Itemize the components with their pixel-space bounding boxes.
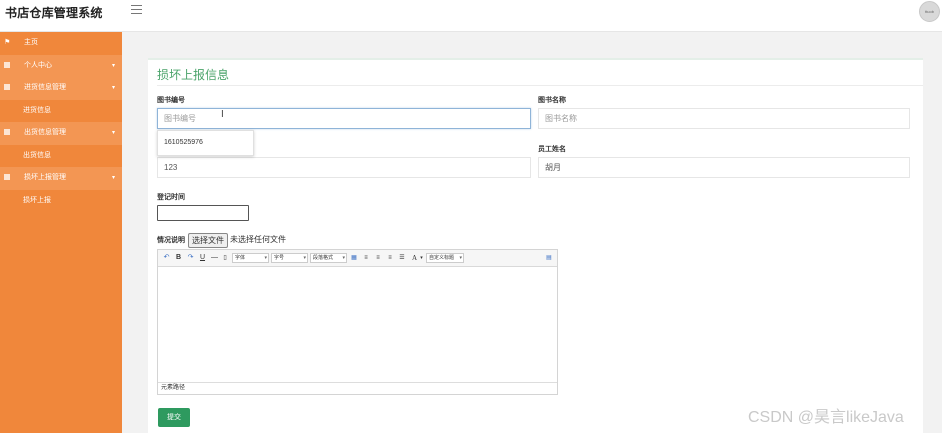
page-title: 损坏上报信息 xyxy=(157,68,230,82)
underline-button[interactable]: U xyxy=(198,253,207,263)
chevron-down-icon: ▾ xyxy=(111,85,115,91)
chevron-down-icon: ▾ xyxy=(111,62,115,69)
book-name-input[interactable]: 图书名称 xyxy=(538,108,910,129)
font-size-select[interactable]: 字号 xyxy=(271,253,308,263)
watermark: CSDN @昊言likeJava xyxy=(748,409,904,426)
description-label: 情况说明 xyxy=(157,237,185,244)
employee-name-input[interactable]: 胡月 xyxy=(538,157,910,178)
book-no-input[interactable]: 图书编号 xyxy=(157,108,531,129)
sidebar-item-label: 出货信息管理 xyxy=(24,129,66,136)
sidebar-item-label: 个人中心 xyxy=(24,61,52,69)
undo-icon[interactable]: ↶ xyxy=(162,253,171,263)
grid-icon xyxy=(4,167,10,190)
text-cursor-icon: I xyxy=(221,109,224,120)
font-color-button[interactable]: A xyxy=(410,253,419,263)
sidebar-item-profile[interactable]: 个人中心 ▾ xyxy=(0,54,122,78)
horizontal-rule-icon[interactable]: — xyxy=(210,253,219,263)
register-time-input[interactable] xyxy=(157,205,249,221)
chevron-down-icon: ▾ xyxy=(111,175,115,181)
grid-icon xyxy=(4,55,10,78)
fullscreen-icon[interactable]: ▤ xyxy=(545,253,553,263)
book-name-label: 图书名称 xyxy=(538,97,566,104)
redo-icon[interactable]: ↷ xyxy=(186,253,195,263)
font-family-select[interactable]: 字体 xyxy=(232,253,269,263)
paragraph-select[interactable]: 段落格式 xyxy=(310,253,347,263)
file-status: 未选择任何文件 xyxy=(230,235,286,244)
editor-toolbar: ↶ B ↷ U — ▯ 字体 字号 段落格式 ▦ ≡ ≡ ≡ ☰ A ▾ 自定义… xyxy=(158,250,557,267)
align-right-icon[interactable]: ≡ xyxy=(386,253,394,263)
chevron-down-icon[interactable]: ▾ xyxy=(419,253,424,263)
sidebar-item-purchase-info[interactable]: 进货信息 xyxy=(0,100,122,123)
sidebar-item-label: 损坏上报管理 xyxy=(24,174,66,181)
flag-icon: ⚑ xyxy=(4,39,11,46)
hamburger-icon[interactable] xyxy=(131,5,142,15)
grid-icon xyxy=(4,77,10,100)
align-left-icon[interactable]: ≡ xyxy=(362,253,370,263)
bold-button[interactable]: B xyxy=(174,253,183,263)
sidebar-item-damage-report[interactable]: 损坏上报 xyxy=(0,190,122,213)
sidebar-item-purchase-mgmt[interactable]: 进货信息管理 ▾ xyxy=(0,77,122,100)
grid-icon xyxy=(4,122,10,145)
employee-name-label: 员工姓名 xyxy=(538,146,566,153)
app-title: 书店仓库管理系统 xyxy=(5,6,103,20)
top-bar: 书店仓库管理系统 ttuob xyxy=(0,0,942,32)
avatar[interactable]: ttuob xyxy=(919,1,940,22)
divider xyxy=(157,85,923,86)
sidebar-item-damage-mgmt[interactable]: 损坏上报管理 ▾ xyxy=(0,167,122,190)
autocomplete-option[interactable]: 1610525976 xyxy=(157,130,254,156)
book-no-label: 图书编号 xyxy=(157,97,185,104)
custom-title-select[interactable]: 自定义标题 xyxy=(426,253,464,263)
submit-button[interactable]: 提交 xyxy=(158,408,190,427)
document-icon[interactable]: ▯ xyxy=(221,253,229,263)
sidebar-item-shipment-mgmt[interactable]: 出货信息管理 ▾ xyxy=(0,122,122,145)
element-path-status: 元素路径 xyxy=(158,382,557,394)
choose-file-button[interactable]: 选择文件 xyxy=(188,233,228,248)
align-center-icon[interactable]: ≡ xyxy=(374,253,382,263)
chevron-down-icon: ▾ xyxy=(111,130,115,136)
sidebar-item-label: 主页 xyxy=(24,39,38,46)
register-time-label: 登记时间 xyxy=(157,194,185,201)
table-icon[interactable]: ▦ xyxy=(350,253,358,263)
sidebar-item-shipment-info[interactable]: 出货信息 xyxy=(0,145,122,168)
sidebar-item-label: 进货信息管理 xyxy=(24,84,66,91)
sidebar: ⚑ 主页 个人中心 ▾ 进货信息管理 ▾ 进货信息 出货信息管理 ▾ 出货信息 … xyxy=(0,32,122,433)
align-justify-icon[interactable]: ☰ xyxy=(398,253,406,263)
rich-text-editor: ↶ B ↷ U — ▯ 字体 字号 段落格式 ▦ ≡ ≡ ≡ ☰ A ▾ 自定义… xyxy=(157,249,558,395)
employee-no-input[interactable]: 123 xyxy=(157,157,531,178)
sidebar-item-home[interactable]: ⚑ 主页 xyxy=(0,32,122,55)
editor-content-area[interactable] xyxy=(158,267,557,382)
